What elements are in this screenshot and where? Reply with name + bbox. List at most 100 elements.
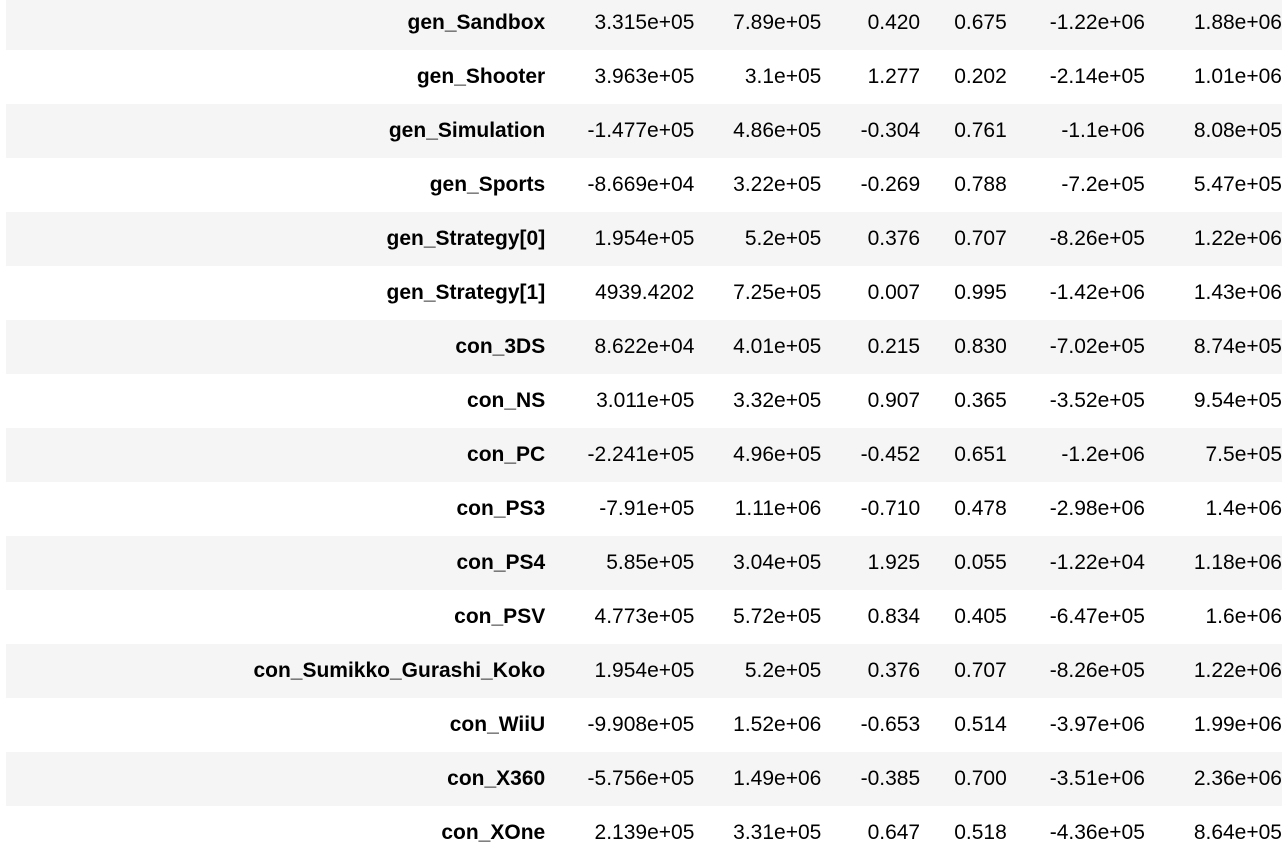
std-err-cell: 3.22e+05 bbox=[733, 173, 822, 196]
table-row: con_Sumikko_Gurashi_Koko 1.954e+05 5.2e+… bbox=[6, 644, 1282, 698]
ci-upper-cell: 1.4e+06 bbox=[1205, 497, 1283, 520]
table-row: con_NS 3.011e+05 3.32e+05 0.907 0.365 -3… bbox=[6, 374, 1282, 428]
coef-cell: -1.477e+05 bbox=[587, 119, 695, 142]
t-stat-cell: 0.376 bbox=[867, 659, 921, 682]
p-value-cell: 0.202 bbox=[954, 65, 1007, 88]
std-err-cell: 3.1e+05 bbox=[744, 65, 822, 88]
p-value-cell: 0.675 bbox=[954, 11, 1007, 34]
ci-lower-cell: -2.14e+05 bbox=[1049, 65, 1145, 88]
regression-results-table: gen_Sandbox 3.315e+05 7.89e+05 0.420 0.6… bbox=[6, 0, 1282, 860]
t-stat-cell: -0.269 bbox=[860, 173, 921, 196]
t-stat-cell: 0.834 bbox=[867, 605, 921, 628]
row-label: con_X360 bbox=[447, 767, 546, 790]
row-label: gen_Simulation bbox=[388, 119, 546, 142]
ci-lower-cell: -3.51e+06 bbox=[1049, 767, 1145, 790]
ci-upper-cell: 8.74e+05 bbox=[1193, 335, 1282, 358]
coef-cell: -8.669e+04 bbox=[587, 173, 695, 196]
ci-lower-cell: -2.98e+06 bbox=[1049, 497, 1145, 520]
table-row: con_PS3 -7.91e+05 1.11e+06 -0.710 0.478 … bbox=[6, 482, 1283, 536]
p-value-cell: 0.478 bbox=[954, 497, 1007, 520]
ci-upper-cell: 1.88e+06 bbox=[1193, 11, 1282, 34]
p-value-cell: 0.365 bbox=[954, 389, 1007, 412]
coef-cell: 1.954e+05 bbox=[594, 227, 695, 250]
ci-upper-cell: 1.18e+06 bbox=[1193, 551, 1282, 574]
t-stat-cell: -0.452 bbox=[860, 443, 921, 466]
row-label: gen_Sandbox bbox=[407, 11, 546, 34]
table-row: gen_Simulation -1.477e+05 4.86e+05 -0.30… bbox=[6, 104, 1282, 158]
table-row: con_3DS 8.622e+04 4.01e+05 0.215 0.830 -… bbox=[6, 320, 1282, 374]
p-value-cell: 0.707 bbox=[954, 659, 1007, 682]
ci-lower-cell: -6.47e+05 bbox=[1049, 605, 1145, 628]
row-label: con_3DS bbox=[455, 335, 546, 358]
ci-upper-cell: 5.47e+05 bbox=[1193, 173, 1282, 196]
row-label: con_PSV bbox=[454, 605, 546, 628]
row-label: gen_Strategy[0] bbox=[386, 227, 546, 250]
p-value-cell: 0.405 bbox=[954, 605, 1007, 628]
std-err-cell: 7.89e+05 bbox=[733, 11, 822, 34]
ci-upper-cell: 1.43e+06 bbox=[1193, 281, 1282, 304]
std-err-cell: 1.49e+06 bbox=[733, 767, 822, 790]
std-err-cell: 4.86e+05 bbox=[733, 119, 822, 142]
row-label: con_NS bbox=[467, 389, 546, 412]
std-err-cell: 4.01e+05 bbox=[733, 335, 822, 358]
ci-lower-cell: -8.26e+05 bbox=[1049, 227, 1145, 250]
ci-lower-cell: -1.22e+06 bbox=[1049, 11, 1145, 34]
row-label: gen_Shooter bbox=[416, 65, 546, 88]
ci-upper-cell: 7.5e+05 bbox=[1205, 443, 1283, 466]
coef-cell: -2.241e+05 bbox=[587, 443, 695, 466]
std-err-cell: 7.25e+05 bbox=[733, 281, 822, 304]
t-stat-cell: 0.215 bbox=[867, 335, 921, 358]
table-row: con_PS4 5.85e+05 3.04e+05 1.925 0.055 -1… bbox=[6, 536, 1282, 590]
p-value-cell: 0.788 bbox=[954, 173, 1007, 196]
std-err-cell: 5.2e+05 bbox=[744, 659, 822, 682]
ci-lower-cell: -3.52e+05 bbox=[1049, 389, 1145, 412]
coef-cell: 4939.4202 bbox=[595, 281, 695, 304]
p-value-cell: 0.707 bbox=[954, 227, 1007, 250]
row-label: con_PS4 bbox=[456, 551, 546, 574]
table-row: gen_Shooter 3.963e+05 3.1e+05 1.277 0.20… bbox=[6, 50, 1282, 104]
ci-upper-cell: 1.01e+06 bbox=[1193, 65, 1282, 88]
ci-lower-cell: -1.22e+04 bbox=[1049, 551, 1145, 574]
p-value-cell: 0.830 bbox=[954, 335, 1007, 358]
t-stat-cell: -0.304 bbox=[860, 119, 921, 142]
row-label: con_Sumikko_Gurashi_Koko bbox=[253, 659, 546, 682]
coef-cell: 3.315e+05 bbox=[594, 11, 695, 34]
t-stat-cell: -0.385 bbox=[860, 767, 921, 790]
ci-upper-cell: 1.22e+06 bbox=[1193, 659, 1282, 682]
ci-upper-cell: 2.36e+06 bbox=[1193, 767, 1282, 790]
std-err-cell: 1.11e+06 bbox=[734, 497, 822, 520]
p-value-cell: 0.700 bbox=[954, 767, 1007, 790]
row-label: con_PC bbox=[467, 443, 546, 466]
ci-lower-cell: -1.1e+06 bbox=[1061, 119, 1145, 142]
std-err-cell: 1.52e+06 bbox=[733, 713, 822, 736]
coef-cell: -9.908e+05 bbox=[587, 713, 695, 736]
ci-lower-cell: -1.2e+06 bbox=[1061, 443, 1145, 466]
t-stat-cell: -0.710 bbox=[860, 497, 921, 520]
ci-lower-cell: -3.97e+06 bbox=[1049, 713, 1145, 736]
std-err-cell: 3.32e+05 bbox=[733, 389, 822, 412]
coef-cell: -5.756e+05 bbox=[587, 767, 695, 790]
coef-cell: 1.954e+05 bbox=[594, 659, 695, 682]
table-row: gen_Sports -8.669e+04 3.22e+05 -0.269 0.… bbox=[6, 158, 1282, 212]
table-row: con_PSV 4.773e+05 5.72e+05 0.834 0.405 -… bbox=[6, 590, 1282, 644]
p-value-cell: 0.514 bbox=[954, 713, 1007, 736]
coef-cell: 3.011e+05 bbox=[596, 389, 695, 412]
coef-cell: 4.773e+05 bbox=[594, 605, 695, 628]
ci-upper-cell: 9.54e+05 bbox=[1193, 389, 1282, 412]
p-value-cell: 0.651 bbox=[954, 443, 1007, 466]
table-row: con_X360 -5.756e+05 1.49e+06 -0.385 0.70… bbox=[6, 752, 1282, 806]
std-err-cell: 3.04e+05 bbox=[733, 551, 822, 574]
table-row: gen_Strategy[1] 4939.4202 7.25e+05 0.007… bbox=[6, 266, 1283, 320]
p-value-cell: 0.761 bbox=[954, 119, 1007, 142]
row-label: con_PS3 bbox=[456, 497, 546, 520]
coef-cell: 8.622e+04 bbox=[594, 335, 695, 358]
ci-lower-cell: -1.42e+06 bbox=[1049, 281, 1145, 304]
table-row: con_PC -2.241e+05 4.96e+05 -0.452 0.651 … bbox=[6, 428, 1282, 482]
t-stat-cell: 0.376 bbox=[867, 227, 921, 250]
std-err-cell: 5.2e+05 bbox=[744, 227, 822, 250]
coef-cell: 5.85e+05 bbox=[606, 551, 695, 574]
t-stat-cell: 0.907 bbox=[867, 389, 921, 412]
table-row: gen_Sandbox 3.315e+05 7.89e+05 0.420 0.6… bbox=[6, 0, 1282, 50]
coef-cell: -7.91e+05 bbox=[599, 497, 695, 520]
ci-upper-cell: 8.08e+05 bbox=[1193, 119, 1282, 142]
